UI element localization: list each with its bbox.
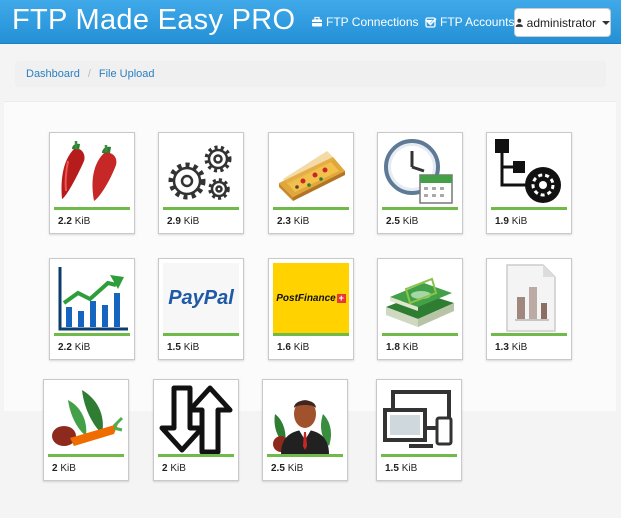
file-size: 2.2 KiB [58, 342, 91, 353]
network-gear-icon [491, 137, 567, 207]
file-size: 1.5 KiB [167, 342, 200, 353]
file-tile[interactable]: PostFinance + 1.6 KiB [268, 258, 354, 360]
navbar: FTP Made Easy PRO FTP Connections FTP Ac… [0, 0, 621, 44]
file-size: 2.2 KiB [58, 216, 91, 227]
file-size: 2.5 KiB [386, 216, 419, 227]
size-bar [54, 207, 130, 210]
user-icon [515, 18, 523, 27]
file-size: 2.5 KiB [271, 463, 304, 474]
ftp-accounts-link[interactable]: FTP Accounts [425, 15, 514, 29]
file-tile[interactable]: 1.9 KiB [486, 132, 572, 234]
devices-icon [381, 384, 457, 454]
size-bar [273, 207, 349, 210]
file-size: 2 KiB [52, 463, 76, 474]
file-tile[interactable]: 2 KiB [153, 379, 239, 481]
file-tile[interactable]: PayPal 1.5 KiB [158, 258, 244, 360]
file-tile[interactable]: 2.2 KiB [49, 258, 135, 360]
growth-chart-icon [54, 263, 130, 333]
breadcrumb-dashboard-link[interactable]: Dashboard [26, 68, 80, 80]
size-bar [48, 454, 124, 457]
briefcase-icon [312, 16, 322, 27]
document-chart-icon [491, 263, 567, 333]
size-bar [163, 207, 239, 210]
file-tile[interactable]: 1.8 KiB [377, 258, 463, 360]
size-bar [381, 454, 457, 457]
ftp-connections-menu[interactable]: FTP Connections [311, 15, 433, 29]
file-tile[interactable]: 2.3 KiB [268, 132, 354, 234]
edit-check-icon [425, 17, 437, 28]
transfer-arrows-icon [158, 384, 234, 454]
ftp-accounts-label: FTP Accounts [440, 15, 515, 29]
size-bar [267, 454, 343, 457]
size-bar [382, 333, 458, 336]
file-size: 1.6 KiB [277, 342, 310, 353]
breadcrumb-file-upload-link[interactable]: File Upload [99, 68, 155, 80]
ftp-connections-label: FTP Connections [326, 15, 419, 29]
file-size: 1.3 KiB [495, 342, 528, 353]
file-tile[interactable]: 1.3 KiB [486, 258, 572, 360]
clock-calendar-icon [382, 137, 458, 207]
paypal-logo-icon: PayPal [163, 263, 239, 333]
file-size: 1.9 KiB [495, 216, 528, 227]
breadcrumb: Dashboard / File Upload [15, 61, 606, 87]
size-bar [163, 333, 239, 336]
businessman-icon [267, 384, 343, 454]
postfinance-logo-icon: PostFinance + [273, 263, 349, 333]
chili-peppers-icon [54, 137, 130, 207]
file-tile[interactable]: 2.5 KiB [262, 379, 348, 481]
file-tile[interactable]: 1.5 KiB [376, 379, 462, 481]
pizza-icon [273, 137, 349, 207]
size-bar [491, 333, 567, 336]
size-bar [54, 333, 130, 336]
file-size: 2.3 KiB [277, 216, 310, 227]
file-size: 1.8 KiB [386, 342, 419, 353]
file-tile[interactable]: 2 KiB [43, 379, 129, 481]
file-size: 2 KiB [162, 463, 186, 474]
size-bar [158, 454, 234, 457]
user-menu-button[interactable]: administrator [514, 8, 611, 37]
file-size: 1.5 KiB [385, 463, 418, 474]
money-stack-icon [382, 263, 458, 333]
size-bar [273, 333, 349, 336]
file-tile[interactable]: 2.2 KiB [49, 132, 135, 234]
file-tile[interactable]: 2.9 KiB [158, 132, 244, 234]
size-bar [382, 207, 458, 210]
file-size: 2.9 KiB [167, 216, 200, 227]
brand-title[interactable]: FTP Made Easy PRO [12, 4, 295, 37]
breadcrumb-separator: / [87, 68, 91, 80]
chevron-down-icon [602, 20, 610, 25]
vegetables-icon [48, 384, 124, 454]
size-bar [491, 207, 567, 210]
user-name: administrator [526, 15, 596, 30]
file-tile[interactable]: 2.5 KiB [377, 132, 463, 234]
gears-icon [163, 137, 239, 207]
